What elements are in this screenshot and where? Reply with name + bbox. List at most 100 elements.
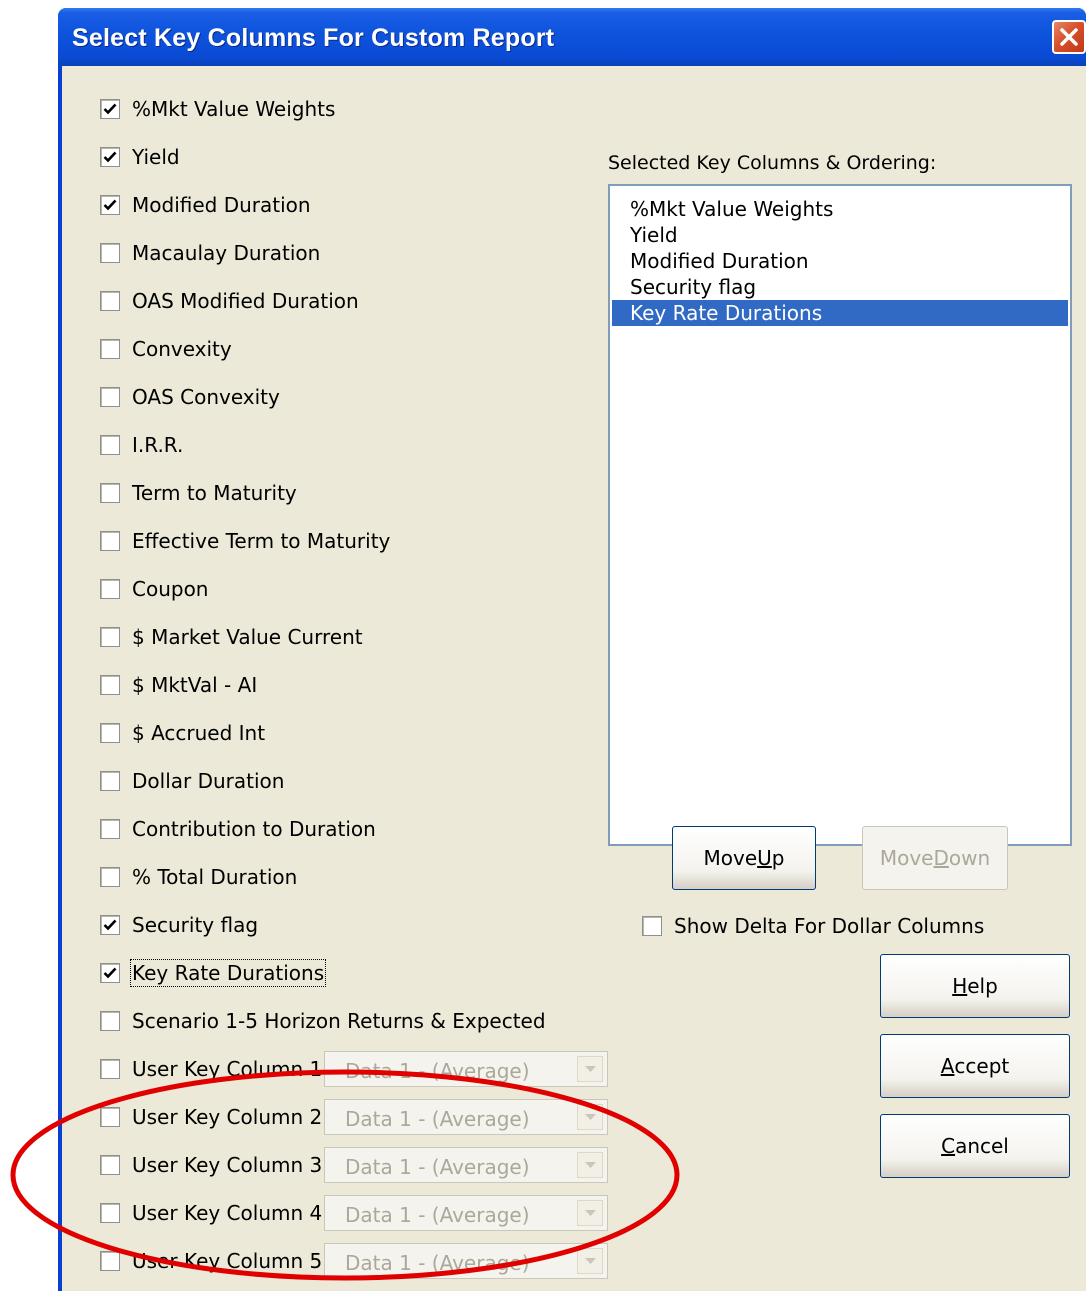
checkbox[interactable] (100, 723, 120, 743)
move-up-label: Move Up (703, 846, 785, 870)
checkbox-label: OAS Modified Duration (132, 289, 359, 313)
user-key-column-row[interactable]: User Key Column 5 (100, 1246, 322, 1276)
user-key-column-row[interactable]: User Key Column 1 (100, 1054, 322, 1084)
user-key-column-label: User Key Column 5 (132, 1249, 323, 1273)
checkbox-label: $ Market Value Current (132, 625, 363, 649)
selected-column-item[interactable]: Modified Duration (612, 248, 1068, 274)
column-checkbox-row[interactable]: Security flag (100, 910, 258, 940)
dropdown-value: Data 1 - (Average) (345, 1251, 530, 1275)
user-key-column-label: User Key Column 1 (132, 1057, 323, 1081)
checkbox-label: OAS Convexity (132, 385, 280, 409)
checkbox[interactable] (100, 99, 120, 119)
column-checkbox-row[interactable]: $ Market Value Current (100, 622, 363, 652)
dropdown-arrow-button[interactable] (577, 1248, 603, 1274)
column-checkbox-row[interactable]: Contribution to Duration (100, 814, 376, 844)
selected-column-item[interactable]: Yield (612, 222, 1068, 248)
checkbox[interactable] (100, 243, 120, 263)
dropdown-arrow-button[interactable] (577, 1200, 603, 1226)
checkbox[interactable] (100, 147, 120, 167)
close-button[interactable] (1052, 20, 1086, 54)
column-checkbox-row[interactable]: OAS Modified Duration (100, 286, 359, 316)
checkbox[interactable] (100, 1011, 120, 1031)
dropdown-value: Data 1 - (Average) (345, 1203, 530, 1227)
checkmark-icon (103, 151, 117, 163)
checkbox-label: I.R.R. (132, 433, 184, 457)
chevron-down-icon (585, 1258, 596, 1264)
checkbox[interactable] (100, 1155, 120, 1175)
checkbox[interactable] (100, 483, 120, 503)
checkbox[interactable] (100, 579, 120, 599)
selected-column-item[interactable]: Security flag (612, 274, 1068, 300)
checkbox-label: $ Accrued Int (132, 721, 266, 745)
selected-column-item[interactable]: Key Rate Durations (612, 300, 1068, 326)
column-checkbox-row[interactable]: Effective Term to Maturity (100, 526, 390, 556)
help-button[interactable]: Help (880, 954, 1070, 1018)
checkbox[interactable] (100, 1251, 120, 1271)
column-checkbox-row[interactable]: Term to Maturity (100, 478, 297, 508)
column-checkbox-row[interactable]: $ Accrued Int (100, 718, 265, 748)
checkbox-label: Dollar Duration (132, 769, 285, 793)
user-key-column-dropdown[interactable]: Data 1 - (Average) (324, 1243, 608, 1279)
user-key-column-dropdown[interactable]: Data 1 - (Average) (324, 1099, 608, 1135)
selected-column-item[interactable]: %Mkt Value Weights (612, 196, 1068, 222)
checkbox[interactable] (100, 435, 120, 455)
user-key-column-label: User Key Column 2 (132, 1105, 323, 1129)
move-down-button[interactable]: Move Down (862, 826, 1008, 890)
column-checkbox-row[interactable]: I.R.R. (100, 430, 183, 460)
checkbox[interactable] (100, 771, 120, 791)
checkbox[interactable] (100, 867, 120, 887)
dropdown-arrow-button[interactable] (577, 1104, 603, 1130)
user-key-column-row[interactable]: User Key Column 3 (100, 1150, 322, 1180)
checkbox[interactable] (100, 531, 120, 551)
column-checkbox-row[interactable]: Scenario 1-5 Horizon Returns & Expected (100, 1006, 546, 1036)
checkbox[interactable] (100, 819, 120, 839)
column-checkbox-row[interactable]: $ MktVal - AI (100, 670, 257, 700)
column-checkbox-row[interactable]: Yield (100, 142, 180, 172)
column-checkbox-row[interactable]: Key Rate Durations (100, 958, 327, 988)
checkbox[interactable] (100, 627, 120, 647)
dialog-title: Select Key Columns For Custom Report (72, 24, 555, 52)
checkbox[interactable] (100, 675, 120, 695)
user-key-column-dropdown[interactable]: Data 1 - (Average) (324, 1147, 608, 1183)
checkbox[interactable] (100, 195, 120, 215)
user-key-column-row[interactable]: User Key Column 4 (100, 1198, 322, 1228)
column-checkbox-row[interactable]: % Total Duration (100, 862, 297, 892)
checkbox-label: Term to Maturity (132, 481, 297, 505)
checkbox[interactable] (100, 1203, 120, 1223)
checkbox[interactable] (100, 387, 120, 407)
column-checkbox-row[interactable]: Macaulay Duration (100, 238, 320, 268)
checkbox[interactable] (100, 915, 120, 935)
checkbox[interactable] (100, 339, 120, 359)
user-key-column-dropdown[interactable]: Data 1 - (Average) (324, 1195, 608, 1231)
chevron-down-icon (585, 1162, 596, 1168)
checkbox-label: Coupon (132, 577, 209, 601)
column-checkbox-row[interactable]: %Mkt Value Weights (100, 94, 335, 124)
dropdown-value: Data 1 - (Average) (345, 1059, 530, 1083)
checkbox[interactable] (100, 291, 120, 311)
title-bar[interactable]: Select Key Columns For Custom Report (58, 8, 1086, 66)
show-delta-checkbox[interactable]: Show Delta For Dollar Columns (642, 911, 984, 941)
accept-button[interactable]: Accept (880, 1034, 1070, 1098)
checkbox-label: Effective Term to Maturity (132, 529, 391, 553)
column-checkbox-row[interactable]: Coupon (100, 574, 208, 604)
dropdown-value: Data 1 - (Average) (345, 1155, 530, 1179)
checkbox-label: $ MktVal - AI (132, 673, 258, 697)
column-checkbox-row[interactable]: Convexity (100, 334, 232, 364)
checkmark-icon (103, 919, 117, 931)
checkbox[interactable] (100, 963, 120, 983)
show-delta-box[interactable] (642, 916, 662, 936)
checkbox[interactable] (100, 1059, 120, 1079)
column-checkbox-row[interactable]: Modified Duration (100, 190, 311, 220)
column-checkbox-row[interactable]: Dollar Duration (100, 766, 284, 796)
cancel-button[interactable]: Cancel (880, 1114, 1070, 1178)
user-key-column-row[interactable]: User Key Column 2 (100, 1102, 322, 1132)
checkbox[interactable] (100, 1107, 120, 1127)
checkmark-icon (103, 103, 117, 115)
selected-columns-list[interactable]: %Mkt Value Weights Yield Modified Duration… (608, 184, 1072, 846)
user-key-column-dropdown[interactable]: Data 1 - (Average) (324, 1051, 608, 1087)
checkbox-label: % Total Duration (132, 865, 298, 889)
dropdown-arrow-button[interactable] (577, 1056, 603, 1082)
move-up-button[interactable]: Move Up (672, 826, 816, 890)
dropdown-arrow-button[interactable] (577, 1152, 603, 1178)
column-checkbox-row[interactable]: OAS Convexity (100, 382, 280, 412)
